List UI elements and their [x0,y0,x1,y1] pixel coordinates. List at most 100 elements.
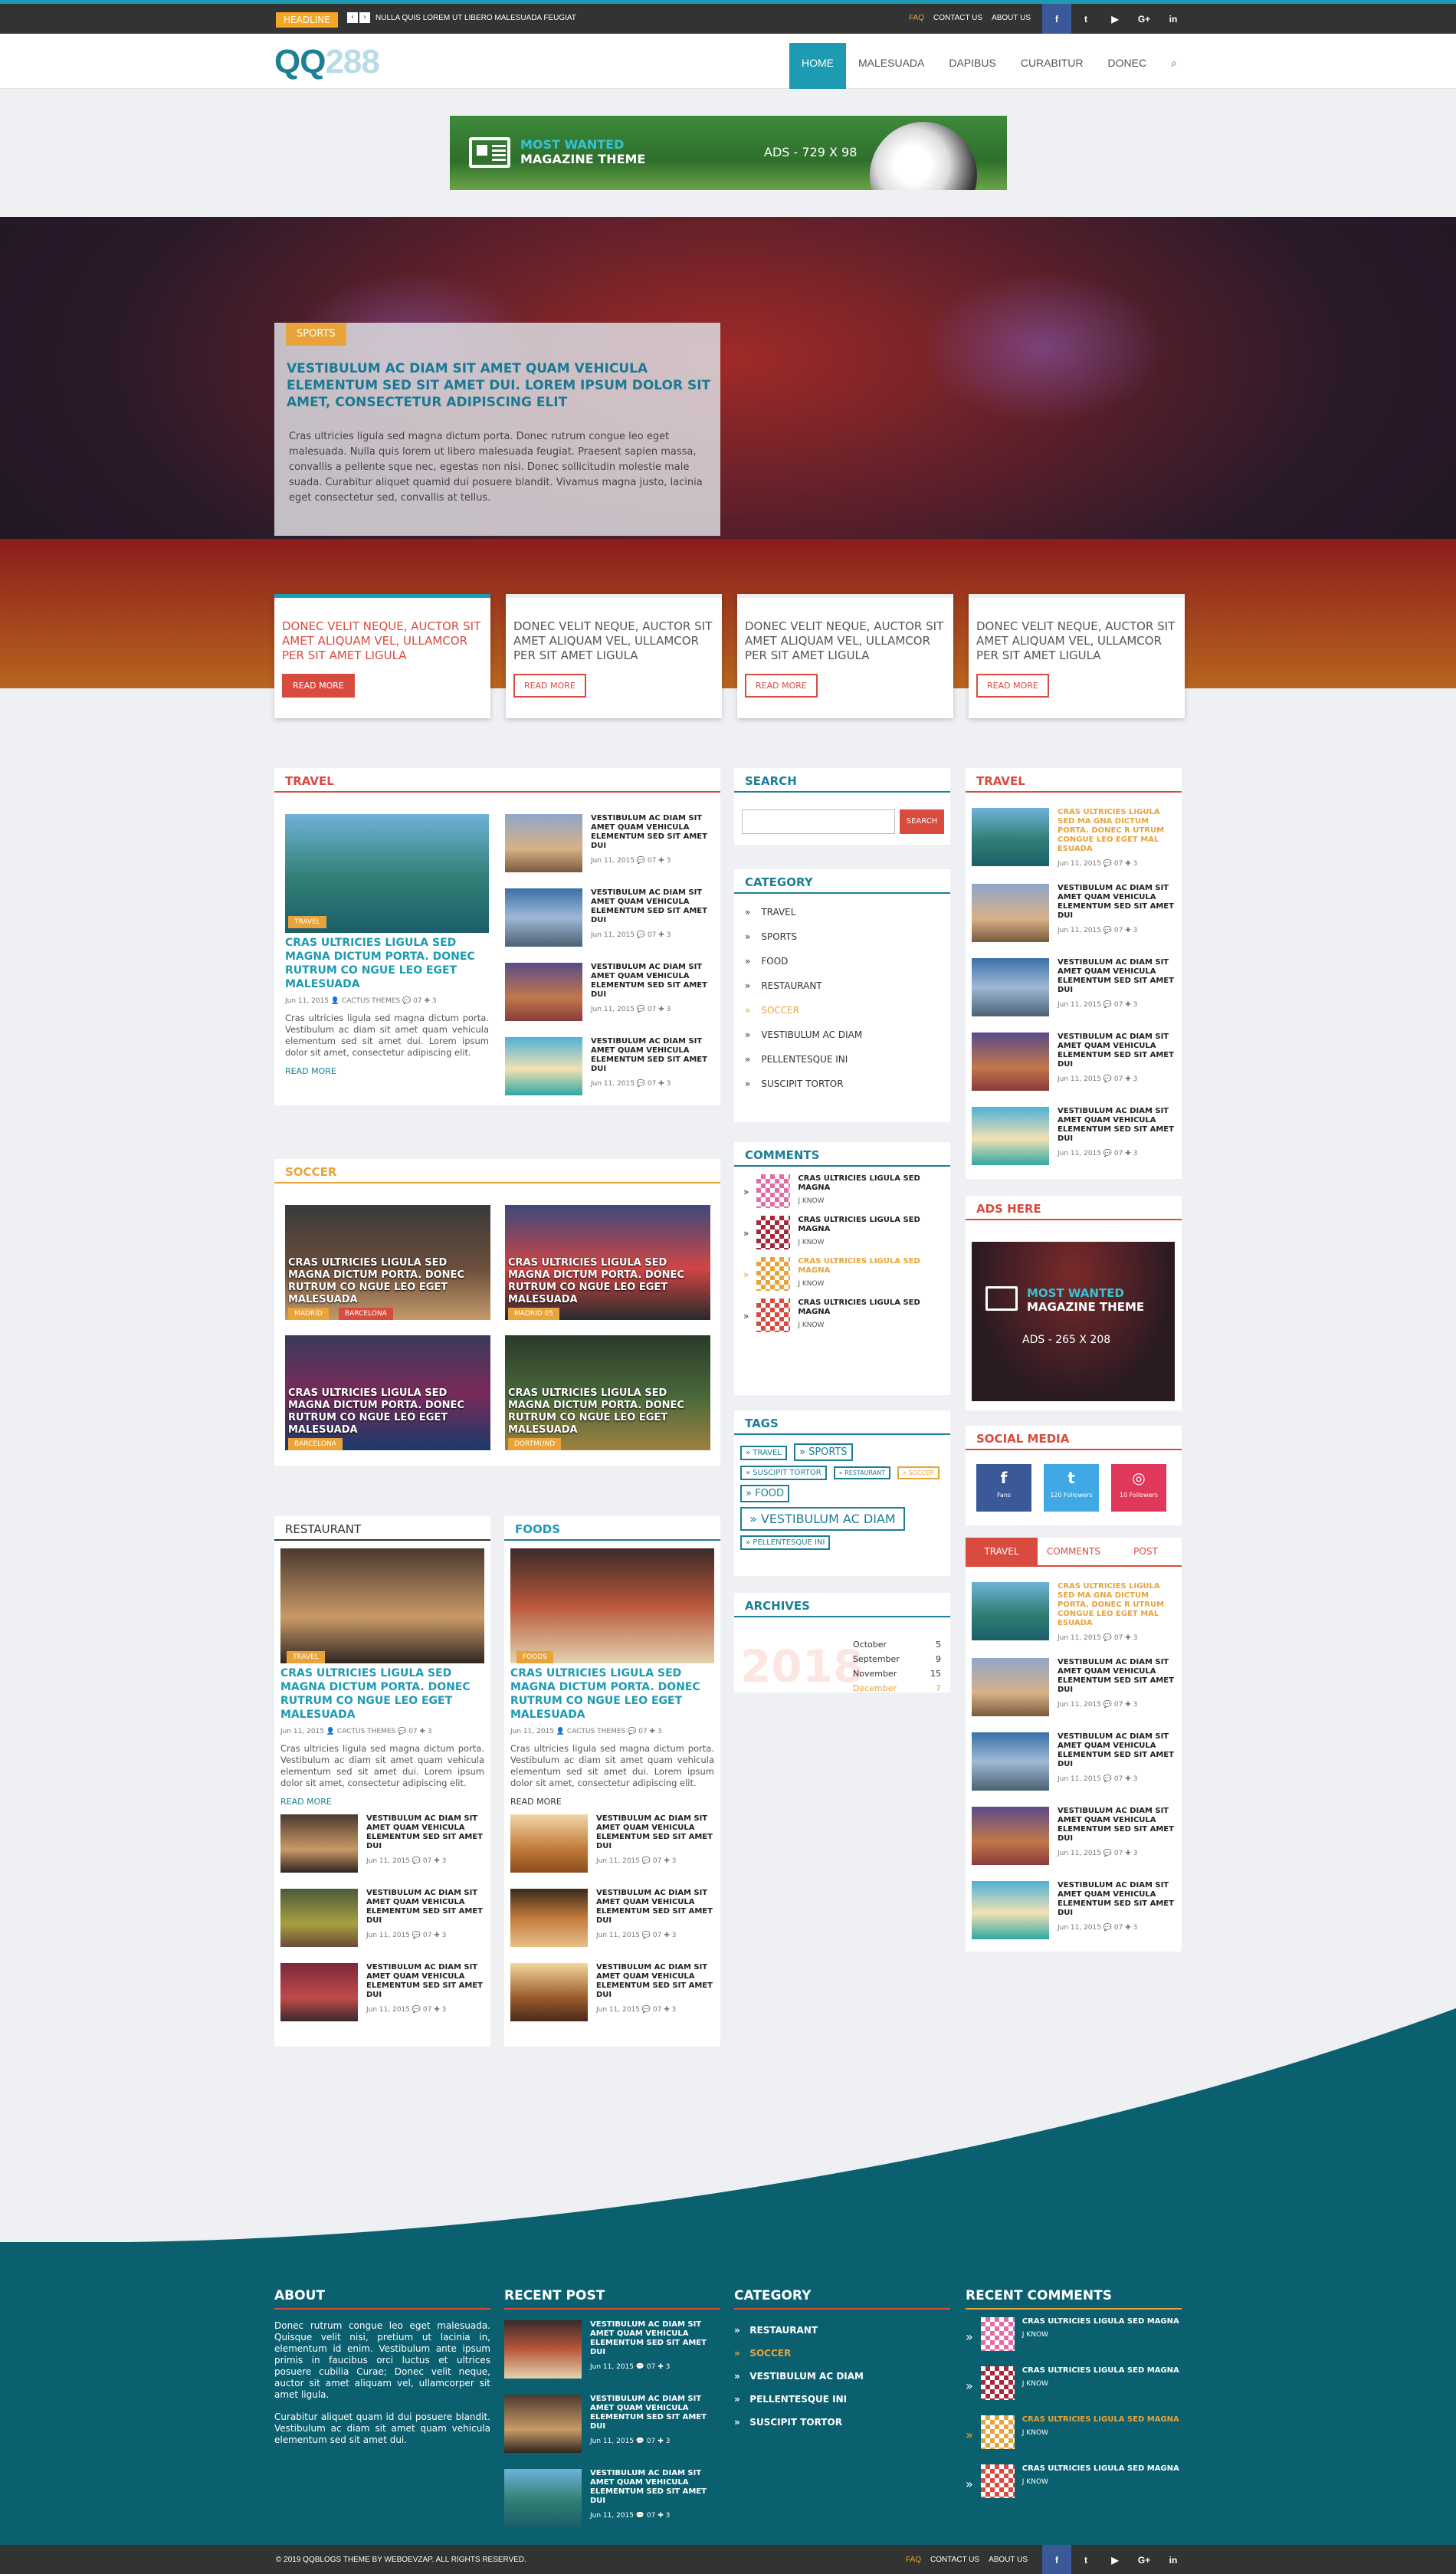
tile-title[interactable]: CRAS ULTRICIES LIGULA SED MAGNA DICTUM P… [288,1257,487,1306]
category-item[interactable]: » VESTIBULUM AC DIAM [734,1023,950,1047]
list-item[interactable]: VESTIBULUM AC DIAM SIT AMET QUAM VEHICUL… [504,2320,720,2379]
tag-link[interactable]: » VESTIBULUM AC DIAM [740,1507,905,1531]
search-input[interactable] [742,809,895,834]
comment-item[interactable]: » CRAS ULTRICIES LIGULA SED MAGNA J KNOW [743,1174,950,1208]
category-item[interactable]: » FOOD [734,949,950,973]
post-title[interactable]: VESTIBULUM AC DIAM SIT AMET QUAM VEHICUL… [366,1889,484,1926]
list-item[interactable]: VESTIBULUM AC DIAM SIT AMET QUAM VEHICUL… [280,1889,484,1947]
post-title[interactable]: VESTIBULUM AC DIAM SIT AMET QUAM VEHICUL… [1058,958,1176,995]
category-item[interactable]: » SUSCIPIT TORTOR [734,1072,950,1096]
category-item[interactable]: » VESTIBULUM AC DIAM [734,2365,950,2388]
linkedin-icon[interactable]: in [1159,2545,1188,2574]
read-more-link[interactable]: READ MORE [510,1797,714,1807]
post-tag[interactable]: TRAVEL [288,916,326,928]
post-title[interactable]: VESTIBULUM AC DIAM SIT AMET QUAM VEHICUL… [591,963,712,1000]
tile-tag[interactable]: BARCELONA [339,1308,393,1320]
facebook-box[interactable]: f Fans [976,1464,1031,1512]
archive-item[interactable]: October 5 [853,1637,941,1652]
twitter-box[interactable]: t 120 Followers [1044,1464,1099,1512]
comment-title[interactable]: CRAS ULTRICIES LIGULA SED MAGNA [798,1298,950,1317]
comment-title[interactable]: CRAS ULTRICIES LIGULA SED MAGNA [798,1216,950,1234]
archive-item[interactable]: November 15 [853,1666,941,1681]
tile-tag[interactable]: MADRID 05 [508,1308,560,1320]
list-item[interactable]: VESTIBULUM AC DIAM SIT AMET QUAM VEHICUL… [972,884,1176,942]
post-title[interactable]: VESTIBULUM AC DIAM SIT AMET QUAM VEHICUL… [1058,1807,1176,1843]
site-logo[interactable]: QQ288 [274,43,380,81]
instagram-box[interactable]: ◎ 10 Followers [1111,1464,1166,1512]
list-item[interactable]: VESTIBULUM AC DIAM SIT AMET QUAM VEHICUL… [504,2395,720,2453]
list-item[interactable]: VESTIBULUM AC DIAM SIT AMET QUAM VEHICUL… [972,1807,1176,1865]
comment-title[interactable]: CRAS ULTRICIES LIGULA SED MAGNA [1022,2366,1179,2375]
post-tag[interactable]: FOODS [516,1651,553,1663]
search-button[interactable]: SEARCH [900,809,944,834]
tag-link[interactable]: » TRAVEL [740,1446,787,1460]
tab-post[interactable]: POST [1110,1538,1182,1565]
category-item[interactable]: » RESTAURANT [734,2319,950,2342]
google-plus-icon[interactable]: G+ [1130,2545,1159,2574]
post-title[interactable]: VESTIBULUM AC DIAM SIT AMET QUAM VEHICUL… [591,888,712,925]
comment-item[interactable]: » CRAS ULTRICIES LIGULA SED MAGNA J KNOW [966,2366,1182,2400]
read-more-button[interactable]: READ MORE [513,674,586,698]
prev-arrow-icon[interactable]: ‹ [347,12,358,23]
tile-tag[interactable]: DORTMUND [508,1438,562,1450]
google-plus-icon[interactable]: G+ [1130,4,1159,34]
post-title[interactable]: VESTIBULUM AC DIAM SIT AMET QUAM VEHICUL… [590,2320,720,2357]
list-item[interactable]: VESTIBULUM AC DIAM SIT AMET QUAM VEHICUL… [505,888,712,947]
category-item[interactable]: » TRAVEL [734,900,950,924]
category-item[interactable]: » PELLENTESQUE INI [734,1047,950,1072]
archive-item[interactable]: September 9 [853,1652,941,1666]
hero-title[interactable]: VESTIBULUM AC DIAM SIT AMET QUAM VEHICUL… [287,360,712,411]
category-item[interactable]: » SOCCER [734,2342,950,2365]
nav-dapibus[interactable]: DAPIBUS [936,43,1008,89]
read-more-button[interactable]: READ MORE [745,674,818,698]
list-item[interactable]: VESTIBULUM AC DIAM SIT AMET QUAM VEHICUL… [510,1889,714,1947]
facebook-icon[interactable]: f [1042,2545,1071,2574]
comment-title[interactable]: CRAS ULTRICIES LIGULA SED MAGNA [1022,2415,1179,2425]
contact-link[interactable]: CONTACT US [930,2556,979,2564]
comment-item[interactable]: » CRAS ULTRICIES LIGULA SED MAGNA J KNOW [966,2464,1182,2498]
post-title[interactable]: VESTIBULUM AC DIAM SIT AMET QUAM VEHICUL… [596,1814,714,1851]
twitter-icon[interactable]: t [1071,2545,1100,2574]
soccer-tile[interactable]: CRAS ULTRICIES LIGULA SED MAGNA DICTUM P… [285,1205,490,1320]
tag-link[interactable]: » SUSCIPIT TORTOR [740,1466,827,1480]
tag-link[interactable]: » RESTAURANT [833,1466,891,1479]
comment-item[interactable]: » CRAS ULTRICIES LIGULA SED MAGNA J KNOW [743,1216,950,1249]
category-item[interactable]: » PELLENTESQUE INI [734,2388,950,2411]
list-item[interactable]: VESTIBULUM AC DIAM SIT AMET QUAM VEHICUL… [505,814,712,872]
read-more-link[interactable]: READ MORE [280,1797,484,1807]
post-title[interactable]: VESTIBULUM AC DIAM SIT AMET QUAM VEHICUL… [1058,1033,1176,1069]
linkedin-icon[interactable]: in [1159,4,1188,34]
post-title[interactable]: VESTIBULUM AC DIAM SIT AMET QUAM VEHICUL… [1058,1658,1176,1695]
post-title[interactable]: CRAS ULTRICIES LIGULA SED MA GNA DICTUM … [1058,1582,1176,1628]
list-item[interactable]: VESTIBULUM AC DIAM SIT AMET QUAM VEHICUL… [504,2469,720,2527]
nav-curabitur[interactable]: CURABITUR [1008,43,1096,89]
comment-title[interactable]: CRAS ULTRICIES LIGULA SED MAGNA [798,1174,950,1193]
archive-item[interactable]: December 7 [853,1681,941,1696]
comment-item[interactable]: » CRAS ULTRICIES LIGULA SED MAGNA J KNOW [743,1298,950,1332]
category-item[interactable]: » SPORTS [734,924,950,949]
contact-link[interactable]: CONTACT US [933,14,982,22]
hero-card-title[interactable]: DONEC VELIT NEQUE, AUCTOR SIT AMET ALIQU… [976,619,1177,663]
comment-title[interactable]: CRAS ULTRICIES LIGULA SED MAGNA [1022,2317,1179,2326]
post-title[interactable]: CRAS ULTRICIES LIGULA SED MAGNA DICTUM P… [285,936,489,991]
post-title[interactable]: VESTIBULUM AC DIAM SIT AMET QUAM VEHICUL… [1058,1881,1176,1918]
category-item[interactable]: » RESTAURANT [734,973,950,998]
tile-title[interactable]: CRAS ULTRICIES LIGULA SED MAGNA DICTUM P… [508,1387,707,1436]
post-title[interactable]: VESTIBULUM AC DIAM SIT AMET QUAM VEHICUL… [1058,1732,1176,1769]
comment-item[interactable]: » CRAS ULTRICIES LIGULA SED MAGNA J KNOW [966,2317,1182,2351]
post-title[interactable]: VESTIBULUM AC DIAM SIT AMET QUAM VEHICUL… [590,2395,720,2431]
faq-link[interactable]: FAQ [909,14,924,22]
hero-badge[interactable]: SPORTS [286,323,346,346]
post-title[interactable]: VESTIBULUM AC DIAM SIT AMET QUAM VEHICUL… [591,1037,712,1074]
post-image[interactable]: TRAVEL [285,814,489,933]
list-item[interactable]: VESTIBULUM AC DIAM SIT AMET QUAM VEHICUL… [972,1732,1176,1791]
read-more-button[interactable]: READ MORE [282,674,355,698]
tag-link[interactable]: » PELLENTESQUE INI [740,1535,831,1550]
sidebar-ad[interactable]: MOST WANTED MAGAZINE THEME ADS - 265 X 2… [972,1242,1175,1401]
list-item[interactable]: VESTIBULUM AC DIAM SIT AMET QUAM VEHICUL… [280,1814,484,1873]
read-more-link[interactable]: READ MORE [285,1066,489,1076]
post-title[interactable]: CRAS ULTRICIES LIGULA SED MA GNA DICTUM … [1058,808,1176,854]
category-item[interactable]: » SUSCIPIT TORTOR [734,2411,950,2434]
nav-home[interactable]: HOME [789,43,846,89]
comment-title[interactable]: CRAS ULTRICIES LIGULA SED MAGNA [1022,2464,1179,2474]
